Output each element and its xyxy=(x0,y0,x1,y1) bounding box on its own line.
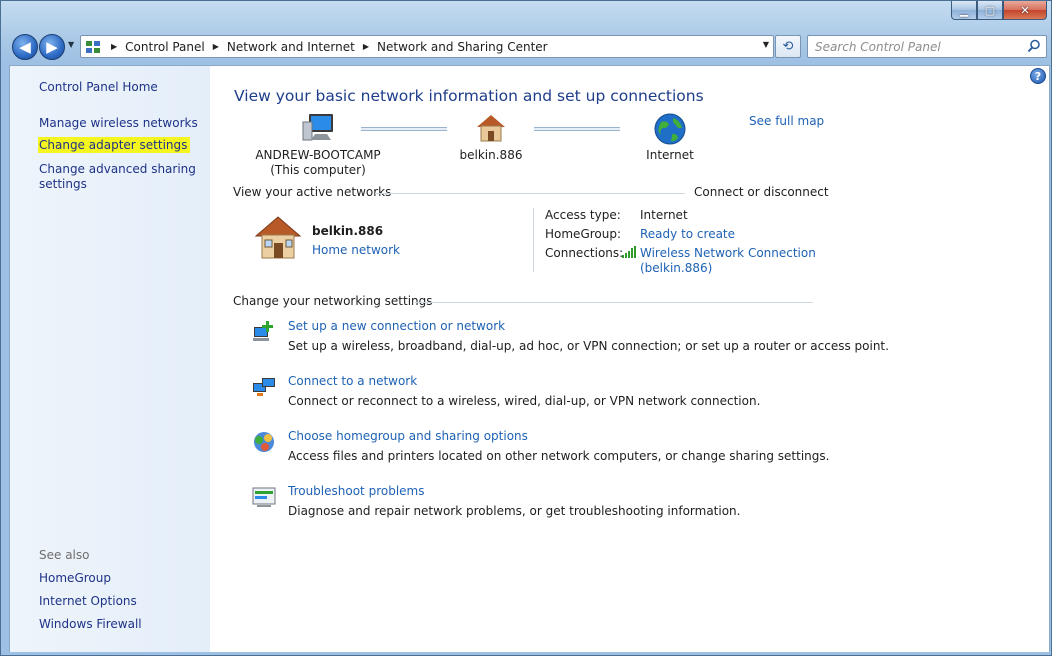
active-network-name: belkin.886 xyxy=(312,224,384,238)
caption-buttons: ▁ ▢ ✕ xyxy=(951,1,1047,20)
minimize-button[interactable]: ▁ xyxy=(951,1,977,20)
computer-subtitle: (This computer) xyxy=(270,163,366,177)
map-link-line xyxy=(361,127,447,131)
window-bottom-border xyxy=(1,652,1051,655)
minimize-icon: ▁ xyxy=(959,3,969,17)
access-type-label: Access type: xyxy=(545,208,621,222)
breadcrumb-separator[interactable]: ▶ xyxy=(213,42,219,51)
maximize-icon: ▢ xyxy=(984,3,996,17)
left-pane: Control Panel Home Manage wireless netwo… xyxy=(10,66,210,652)
map-router-node[interactable]: belkin.886 xyxy=(446,112,536,163)
advanced-sharing-line-2: settings xyxy=(39,177,87,191)
close-button[interactable]: ✕ xyxy=(1003,1,1047,20)
advanced-sharing-line-1: Change advanced sharing xyxy=(39,162,196,176)
map-internet-node[interactable]: Internet xyxy=(627,112,713,163)
homegroup-sharing-description: Access files and printers located on oth… xyxy=(288,449,830,463)
help-button[interactable]: ? xyxy=(1030,68,1046,84)
refresh-button[interactable]: ⟲ xyxy=(775,35,801,58)
content-area: Control Panel Home Manage wireless netwo… xyxy=(9,65,1050,653)
search-icon xyxy=(1027,39,1041,56)
breadcrumb-network-sharing-center[interactable]: Network and Sharing Center xyxy=(377,40,548,54)
page-title: View your basic network information and … xyxy=(234,87,704,105)
vertical-divider xyxy=(533,208,534,272)
connect-to-network-description: Connect or reconnect to a wireless, wire… xyxy=(288,394,761,408)
manage-wireless-networks-link[interactable]: Manage wireless networks xyxy=(39,116,198,131)
active-networks-heading: View your active networks xyxy=(233,185,392,199)
internet-options-link[interactable]: Internet Options xyxy=(39,594,137,609)
troubleshoot-link[interactable]: Troubleshoot problems xyxy=(288,484,424,498)
change-adapter-settings-link[interactable]: Change adapter settings xyxy=(38,137,191,153)
main-pane: View your basic network information and … xyxy=(233,66,889,652)
breadcrumb-network-and-internet[interactable]: Network and Internet xyxy=(227,40,355,54)
connection-line-2: (belkin.886) xyxy=(640,261,713,275)
window: ▁ ▢ ✕ ◀ ▶ ▼ ▶ Control Panel ▶ Network an… xyxy=(0,0,1052,656)
refresh-icon: ⟲ xyxy=(782,39,794,54)
homegroup-icon xyxy=(251,429,277,455)
computer-name: ANDREW-BOOTCAMP xyxy=(255,148,381,162)
change-advanced-sharing-settings-link[interactable]: Change advanced sharing settings xyxy=(39,162,196,192)
search-placeholder: Search Control Panel xyxy=(815,39,941,54)
breadcrumb-separator[interactable]: ▶ xyxy=(363,42,369,51)
router-name: belkin.886 xyxy=(459,148,523,162)
navigation-bar: ◀ ▶ ▼ ▶ Control Panel ▶ Network and Inte… xyxy=(1,32,1051,60)
connections-label: Connections: xyxy=(545,246,624,260)
house-icon xyxy=(446,112,536,148)
access-type-value: Internet xyxy=(640,208,688,222)
see-also-heading: See also xyxy=(39,548,90,562)
breadcrumb-separator[interactable]: ▶ xyxy=(111,42,117,51)
recent-pages-dropdown[interactable]: ▼ xyxy=(68,40,74,49)
breadcrumb-control-panel[interactable]: Control Panel xyxy=(125,40,205,54)
see-full-map-link[interactable]: See full map xyxy=(749,114,824,128)
homegroup-sharing-link[interactable]: Choose homegroup and sharing options xyxy=(288,429,528,443)
setup-connection-link[interactable]: Set up a new connection or network xyxy=(288,319,505,333)
setup-connection-description: Set up a wireless, broadband, dial-up, a… xyxy=(288,339,889,353)
address-bar[interactable]: ▶ Control Panel ▶ Network and Internet ▶… xyxy=(80,35,774,58)
homegroup-status-link[interactable]: Ready to create xyxy=(640,227,735,241)
homegroup-label: HomeGroup: xyxy=(545,227,622,241)
windows-firewall-link[interactable]: Windows Firewall xyxy=(39,617,142,632)
network-setup-icon xyxy=(251,319,277,345)
internet-label: Internet xyxy=(646,148,694,162)
back-arrow-icon: ◀ xyxy=(19,38,31,56)
wireless-connection-link[interactable]: Wireless Network Connection (belkin.886) xyxy=(640,246,816,276)
control-panel-home-link[interactable]: Control Panel Home xyxy=(39,80,158,95)
maximize-button[interactable]: ▢ xyxy=(977,1,1003,20)
close-icon: ✕ xyxy=(1020,3,1030,17)
networking-settings-heading: Change your networking settings xyxy=(233,294,433,308)
address-dropdown[interactable]: ▼ xyxy=(763,40,769,49)
forward-button[interactable]: ▶ xyxy=(39,34,65,60)
connection-line-1: Wireless Network Connection xyxy=(640,246,816,260)
signal-bars-icon xyxy=(622,246,636,261)
house-icon xyxy=(253,214,303,265)
back-button[interactable]: ◀ xyxy=(12,34,38,60)
section-divider xyxy=(375,193,685,194)
change-adapter-settings-label: Change adapter settings xyxy=(38,137,191,153)
map-link-line xyxy=(534,127,620,131)
map-computer-node[interactable]: ANDREW-BOOTCAMP (This computer) xyxy=(253,112,383,178)
network-type-link[interactable]: Home network xyxy=(312,243,400,257)
connect-or-disconnect-link[interactable]: Connect or disconnect xyxy=(694,185,829,199)
forward-arrow-icon: ▶ xyxy=(46,38,58,56)
homegroup-link[interactable]: HomeGroup xyxy=(39,571,111,586)
troubleshoot-description: Diagnose and repair network problems, or… xyxy=(288,504,741,518)
globe-icon xyxy=(627,112,713,148)
search-input[interactable]: Search Control Panel xyxy=(807,35,1047,58)
help-icon: ? xyxy=(1034,69,1042,83)
connect-network-icon xyxy=(251,374,277,400)
troubleshoot-icon xyxy=(251,484,277,510)
control-panel-icon xyxy=(85,39,103,55)
connect-to-network-link[interactable]: Connect to a network xyxy=(288,374,417,388)
section-divider xyxy=(415,302,813,303)
